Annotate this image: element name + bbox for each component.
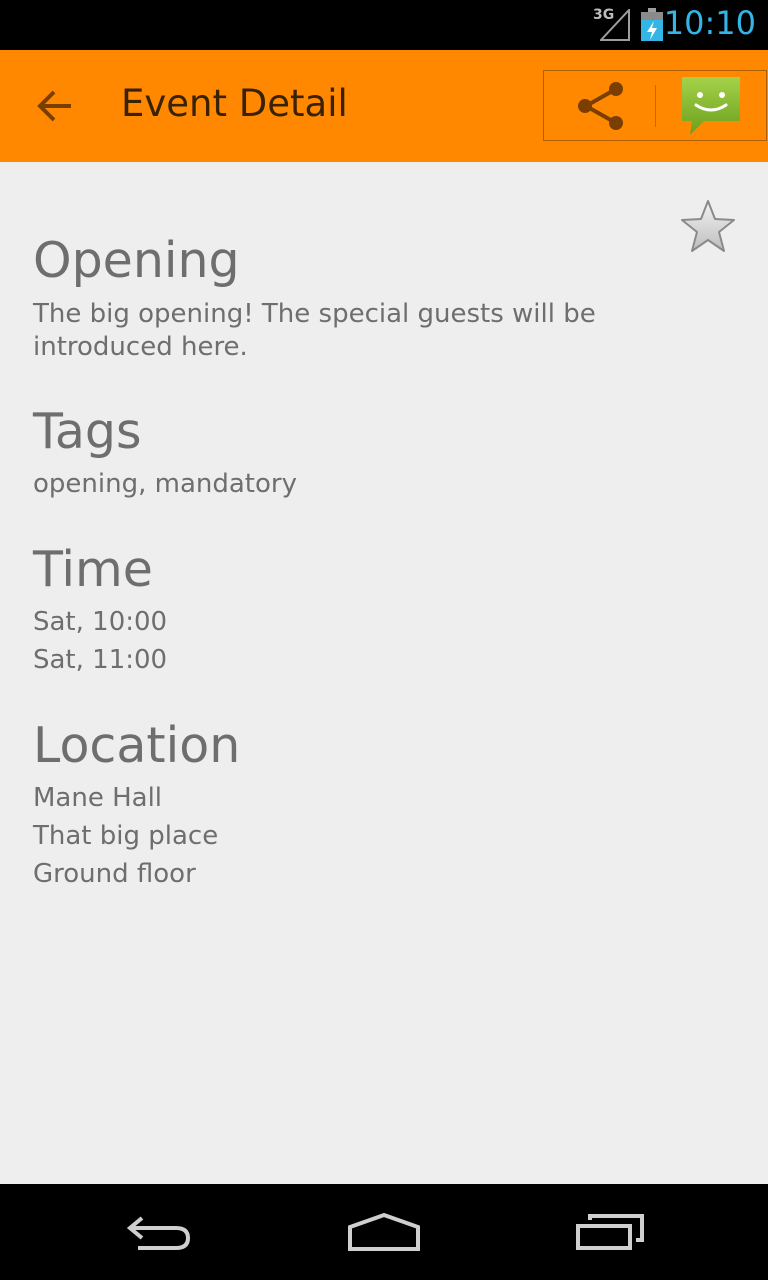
time-heading: Time	[33, 541, 153, 598]
event-detail-content: Opening The big opening! The special gue…	[0, 162, 768, 1184]
location-line: Mane Hall	[33, 783, 163, 813]
action-buttons-group	[543, 70, 767, 141]
nav-back-button[interactable]	[105, 1202, 215, 1262]
nav-home-button[interactable]	[329, 1202, 439, 1262]
share-button[interactable]	[544, 71, 656, 140]
status-clock: 10:10	[663, 4, 756, 42]
signal-icon	[600, 9, 630, 41]
home-icon	[348, 1212, 420, 1251]
time-start: Sat, 10:00	[33, 607, 168, 637]
recents-icon	[576, 1214, 644, 1250]
arrow-left-icon	[37, 90, 71, 122]
location-heading: Location	[33, 717, 241, 774]
status-bar: 3G 10:10	[0, 0, 768, 50]
tags-heading: Tags	[33, 403, 142, 460]
location-line: That big place	[33, 821, 219, 851]
share-icon	[578, 81, 623, 130]
back-button[interactable]	[22, 76, 88, 136]
battery-charging-icon	[641, 8, 663, 41]
back-icon	[126, 1216, 191, 1250]
sms-smiley-icon	[682, 76, 740, 135]
page-title: Event Detail	[121, 82, 348, 125]
location-line: Ground floor	[33, 859, 196, 889]
favorite-button[interactable]	[678, 198, 738, 258]
system-nav-bar	[0, 1184, 768, 1280]
event-description: The big opening! The special guests will…	[33, 299, 596, 362]
event-title: Opening	[33, 232, 240, 289]
nav-recents-button[interactable]	[555, 1202, 665, 1262]
time-end: Sat, 11:00	[33, 645, 168, 675]
messaging-button[interactable]	[656, 71, 766, 140]
action-bar: Event Detail	[0, 50, 768, 162]
tags-value: opening, mandatory	[33, 469, 297, 499]
star-outline-icon	[681, 200, 735, 252]
